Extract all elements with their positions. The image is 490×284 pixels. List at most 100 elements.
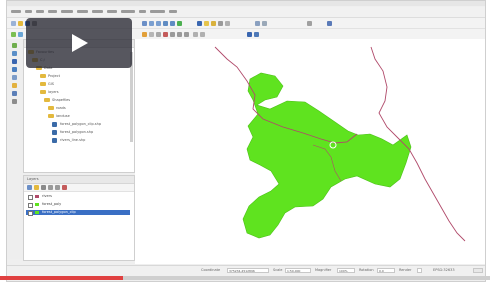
menu-edit[interactable] [25,10,32,13]
zoom-full-icon[interactable] [163,21,168,26]
filter-legend-icon[interactable] [41,185,46,190]
delete-feature-icon[interactable] [163,32,168,37]
map-canvas[interactable] [135,39,485,264]
deselect-icon[interactable] [211,21,216,26]
new-spatialite-icon[interactable] [12,91,17,96]
layer-item-label: rivers [42,194,52,198]
layer-item[interactable]: forest_polygon_clip [26,210,130,216]
menu-plugins[interactable] [77,10,88,13]
measure-icon[interactable] [225,21,230,26]
browser-item[interactable]: Project [40,74,120,79]
magnifier-field[interactable]: 100% [337,268,355,273]
menu-web[interactable] [139,10,146,13]
add-raster-layer-icon[interactable] [12,51,17,56]
layer-visibility-checkbox[interactable] [28,195,33,200]
browser-item[interactable]: roads [48,106,128,111]
render-label: Render [399,268,412,272]
layers-panel-toolbar [24,184,134,192]
add-db-layer-icon[interactable] [12,59,17,64]
video-progress-fill [0,276,123,280]
folder-icon [40,82,46,86]
refresh-icon[interactable] [177,21,182,26]
add-wms-icon[interactable] [12,67,17,72]
browser-item[interactable]: rivers_line.shp [52,138,132,143]
add-raster-icon[interactable] [18,32,23,37]
pan-icon[interactable] [142,21,147,26]
menu-layer[interactable] [48,10,57,13]
open-layer-styling-icon[interactable] [27,185,32,190]
menu-vector[interactable] [92,10,103,13]
scale-field[interactable]: 1:50,000 [285,268,311,273]
open-icon[interactable] [18,21,23,26]
rotation-label: Rotation [359,268,374,272]
messages-button[interactable] [473,268,483,273]
edit-icon[interactable] [142,32,147,37]
menu-processing[interactable] [150,10,165,13]
browser-item[interactable]: layers [40,90,120,95]
attribute-table-icon[interactable] [218,21,223,26]
remove-layer-icon[interactable] [62,185,67,190]
play-icon[interactable] [72,34,88,52]
collapse-all-icon[interactable] [55,185,60,190]
expand-all-icon[interactable] [48,185,53,190]
layer-visibility-checkbox[interactable] [28,203,33,208]
menu-view[interactable] [36,10,44,13]
browser-item[interactable]: Shapefiles [44,98,124,103]
add-delimited-icon[interactable] [12,75,17,80]
node-tool-icon[interactable] [156,32,161,37]
render-checkbox[interactable] [417,268,422,273]
map-tips-icon[interactable] [255,21,260,26]
browser-item-label: forest_polygon_clip.shp [60,122,102,126]
browser-item[interactable]: forest_polygon_clip.shp [52,122,132,127]
menu-settings[interactable] [61,10,73,13]
digitizing-toolbar [7,39,23,259]
add-layer-icon[interactable] [11,32,16,37]
undo-icon[interactable] [193,32,198,37]
browser-item[interactable]: forest_polygon.shp [52,130,132,135]
layers-panel: Layers rivers forest_poly forest_polygon_c… [23,175,135,261]
menu-help[interactable] [169,10,177,13]
layer-item[interactable]: rivers [26,194,130,200]
add-vector-icon[interactable] [12,43,17,48]
menu-raster[interactable] [107,10,117,13]
zoom-out-icon[interactable] [156,21,161,26]
select-icon[interactable] [204,21,209,26]
scale-label: Scale [273,268,283,272]
python-icon[interactable] [247,32,252,37]
browser-item-label: Project [48,74,60,78]
folder-icon [48,106,54,110]
new-shapefile-icon[interactable] [12,83,17,88]
cut-icon[interactable] [170,32,175,37]
paste-icon[interactable] [184,32,189,37]
virtual-layer-icon[interactable] [12,99,17,104]
map-svg [214,46,466,242]
help-icon[interactable] [327,21,332,26]
digitize-icon[interactable] [149,32,154,37]
label-icon[interactable] [307,21,312,26]
bookmark-icon[interactable] [262,21,267,26]
browser-item-label: landuse [56,114,70,118]
layer-visibility-checkbox[interactable] [28,211,33,216]
shapefile-icon [52,130,57,135]
coordinate-field[interactable]: 375234,4512896 [227,268,269,273]
crs-label[interactable]: EPSG:32633 [433,268,455,273]
video-progress-bar[interactable] [0,276,490,280]
identify-icon[interactable] [197,21,202,26]
layers-panel-title: Layers [27,177,39,181]
folder-icon [40,74,46,78]
copy-icon[interactable] [177,32,182,37]
rotation-field[interactable]: 0.0 [377,268,395,273]
add-group-icon[interactable] [34,185,39,190]
zoom-in-icon[interactable] [149,21,154,26]
browser-item[interactable]: GIS [40,82,120,87]
redo-icon[interactable] [200,32,205,37]
zoom-layer-icon[interactable] [170,21,175,26]
browser-item-label: layers [48,90,59,94]
browser-item[interactable]: landuse [48,114,128,119]
new-project-icon[interactable] [11,21,16,26]
video-play-overlay[interactable] [26,18,132,68]
plugin-icon[interactable] [254,32,259,37]
layer-item[interactable]: forest_poly [26,202,130,208]
menu-database[interactable] [121,10,135,13]
menu-project[interactable] [11,10,21,13]
